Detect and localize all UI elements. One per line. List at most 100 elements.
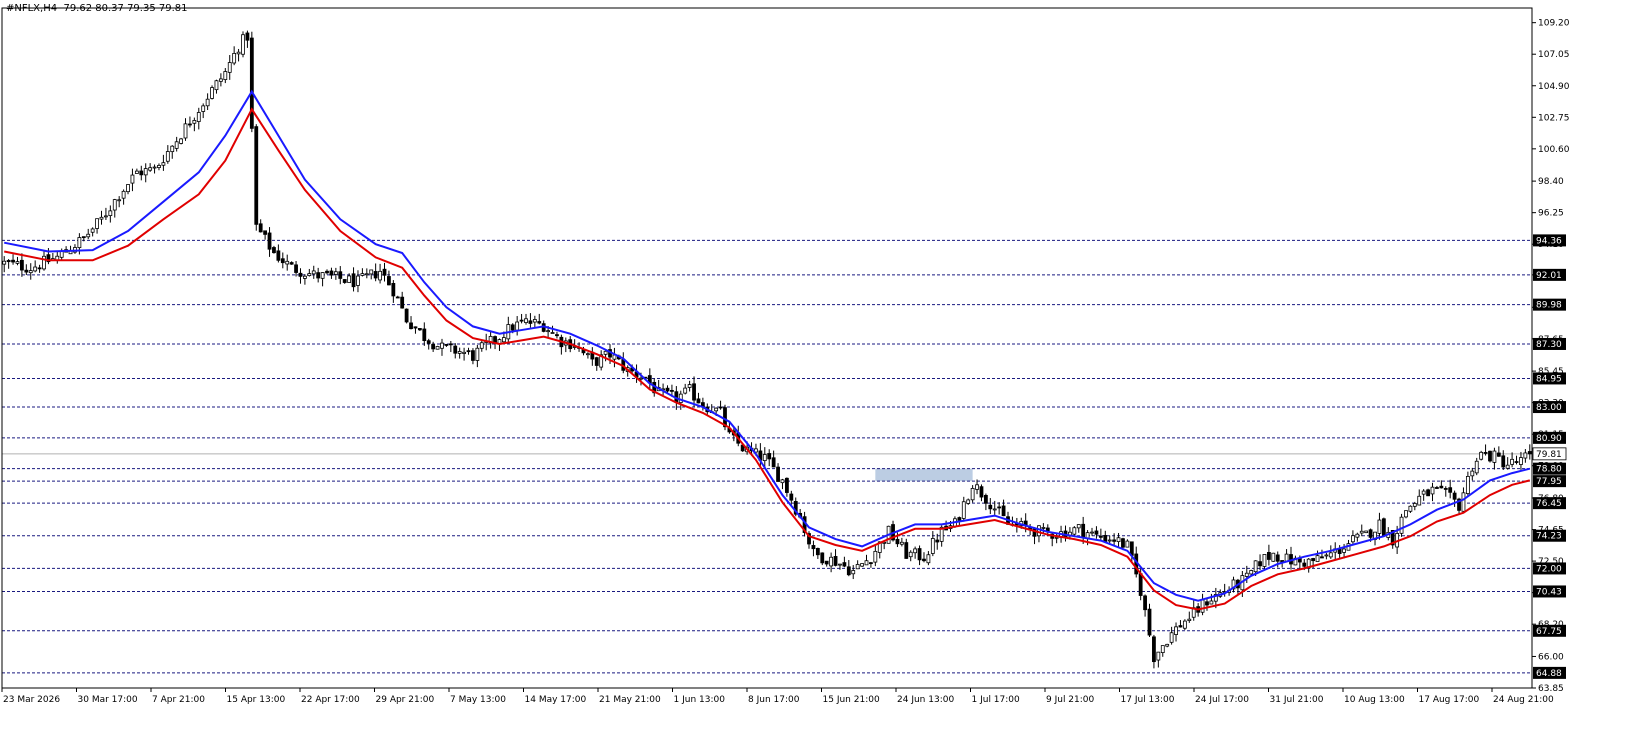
candle-body	[784, 477, 789, 493]
candle-body	[922, 558, 926, 562]
candle-body	[838, 563, 842, 566]
x-tick-label: 17 Jul 13:00	[1121, 695, 1175, 705]
candle-body	[475, 347, 480, 361]
candle-body	[218, 78, 223, 82]
candle-body	[28, 270, 33, 274]
candle-body	[232, 53, 237, 64]
candle-body	[435, 346, 440, 350]
chart-area[interactable]: 109.20 107.05 104.90 102.75 100.60 98.40 96.25…	[0, 0, 1652, 746]
candle-body	[1439, 485, 1444, 489]
candle-body	[11, 259, 15, 263]
x-tick-label: 22 Apr 17:00	[301, 695, 360, 705]
candle-body	[364, 273, 369, 276]
candle-body	[77, 237, 82, 249]
candle-body	[1098, 535, 1103, 538]
candle-body	[1244, 572, 1249, 577]
price-chart[interactable]: 109.20 107.05 104.90 102.75 100.60 98.40 96.25…	[0, 0, 1652, 746]
level-price-label: 87.30	[1536, 340, 1562, 350]
candle-body	[1465, 475, 1470, 494]
candle-body	[126, 184, 130, 193]
candle-body	[519, 319, 524, 322]
candle-body	[329, 270, 334, 276]
candle-body	[524, 318, 528, 323]
x-tick-label: 1 Jun 13:00	[674, 695, 726, 705]
candle-body	[413, 326, 418, 329]
candle-body	[1496, 452, 1501, 457]
candle-body	[1359, 530, 1364, 534]
candle-body	[453, 345, 458, 354]
candle-body	[1514, 461, 1519, 463]
candle-body	[1488, 450, 1492, 462]
candle-body	[130, 174, 135, 184]
y-tick-label: 107.05	[1538, 50, 1570, 60]
candle-body	[1399, 516, 1404, 534]
candle-body	[391, 282, 396, 297]
candle-body	[347, 275, 352, 283]
candle-body	[254, 126, 259, 225]
ema-slow-line	[4, 107, 1531, 611]
candle-body	[325, 270, 329, 274]
candle-body	[1147, 608, 1152, 636]
candle-body	[404, 308, 409, 323]
candle-body	[1156, 651, 1161, 661]
candle-body	[192, 120, 197, 124]
candle-body	[988, 504, 993, 510]
candle-body	[1421, 490, 1426, 495]
level-price-label: 77.95	[1536, 477, 1562, 487]
candle-body	[1302, 562, 1307, 567]
highlight-zone	[875, 468, 973, 482]
x-tick-label: 24 Jun 13:00	[897, 695, 954, 705]
candle-body	[196, 112, 201, 122]
level-price-label: 67.75	[1536, 627, 1562, 637]
candle-body	[1470, 470, 1475, 477]
candle-body	[241, 34, 245, 55]
candle-body	[860, 563, 864, 567]
candle-body	[276, 250, 281, 261]
x-tick-label: 10 Aug 13:00	[1344, 695, 1405, 705]
candle-body	[683, 387, 688, 394]
candle-body	[718, 406, 723, 409]
candle-body	[179, 138, 183, 144]
candle-body	[479, 342, 484, 349]
candle-body	[1377, 519, 1382, 534]
candle-body	[471, 350, 475, 361]
y-tick-label: 63.85	[1538, 684, 1564, 694]
candle-body	[510, 324, 515, 331]
candle-body	[1510, 458, 1515, 465]
candle-body	[462, 351, 466, 354]
candle-body	[108, 210, 113, 216]
candle-body	[1249, 570, 1254, 575]
candle-body	[665, 387, 670, 392]
candle-body	[846, 566, 851, 576]
candle-body	[1001, 505, 1006, 517]
candle-body	[586, 353, 590, 356]
candle-body	[1368, 529, 1373, 538]
candle-body	[117, 199, 122, 202]
candle-body	[824, 560, 829, 565]
candle-body	[983, 494, 988, 504]
candle-body	[603, 350, 608, 355]
candle-body	[913, 548, 918, 554]
y-tick-label: 102.75	[1538, 113, 1570, 123]
candle-body	[992, 508, 997, 511]
candle-body	[1112, 539, 1117, 542]
candle-body	[1178, 625, 1183, 628]
candle-body	[1311, 558, 1316, 562]
candle-body	[1143, 595, 1147, 611]
candle-body	[15, 261, 20, 264]
candle-body	[285, 260, 290, 265]
x-tick-label: 17 Aug 17:00	[1419, 695, 1480, 705]
candle-body	[112, 199, 117, 211]
candle-body	[820, 552, 825, 564]
x-tick-label: 15 Apr 13:00	[227, 695, 286, 705]
candle-body	[1448, 487, 1453, 493]
candle-body	[696, 398, 701, 404]
candle-body	[249, 37, 254, 129]
candle-body	[170, 145, 175, 153]
candle-body	[767, 453, 772, 460]
candle-body	[272, 247, 276, 254]
candle-body	[236, 51, 241, 55]
chart-title: #NFLX,H4 79.62 80.37 79.35 79.81	[6, 3, 188, 14]
candle-body	[214, 80, 219, 91]
candle-body	[1452, 492, 1457, 500]
